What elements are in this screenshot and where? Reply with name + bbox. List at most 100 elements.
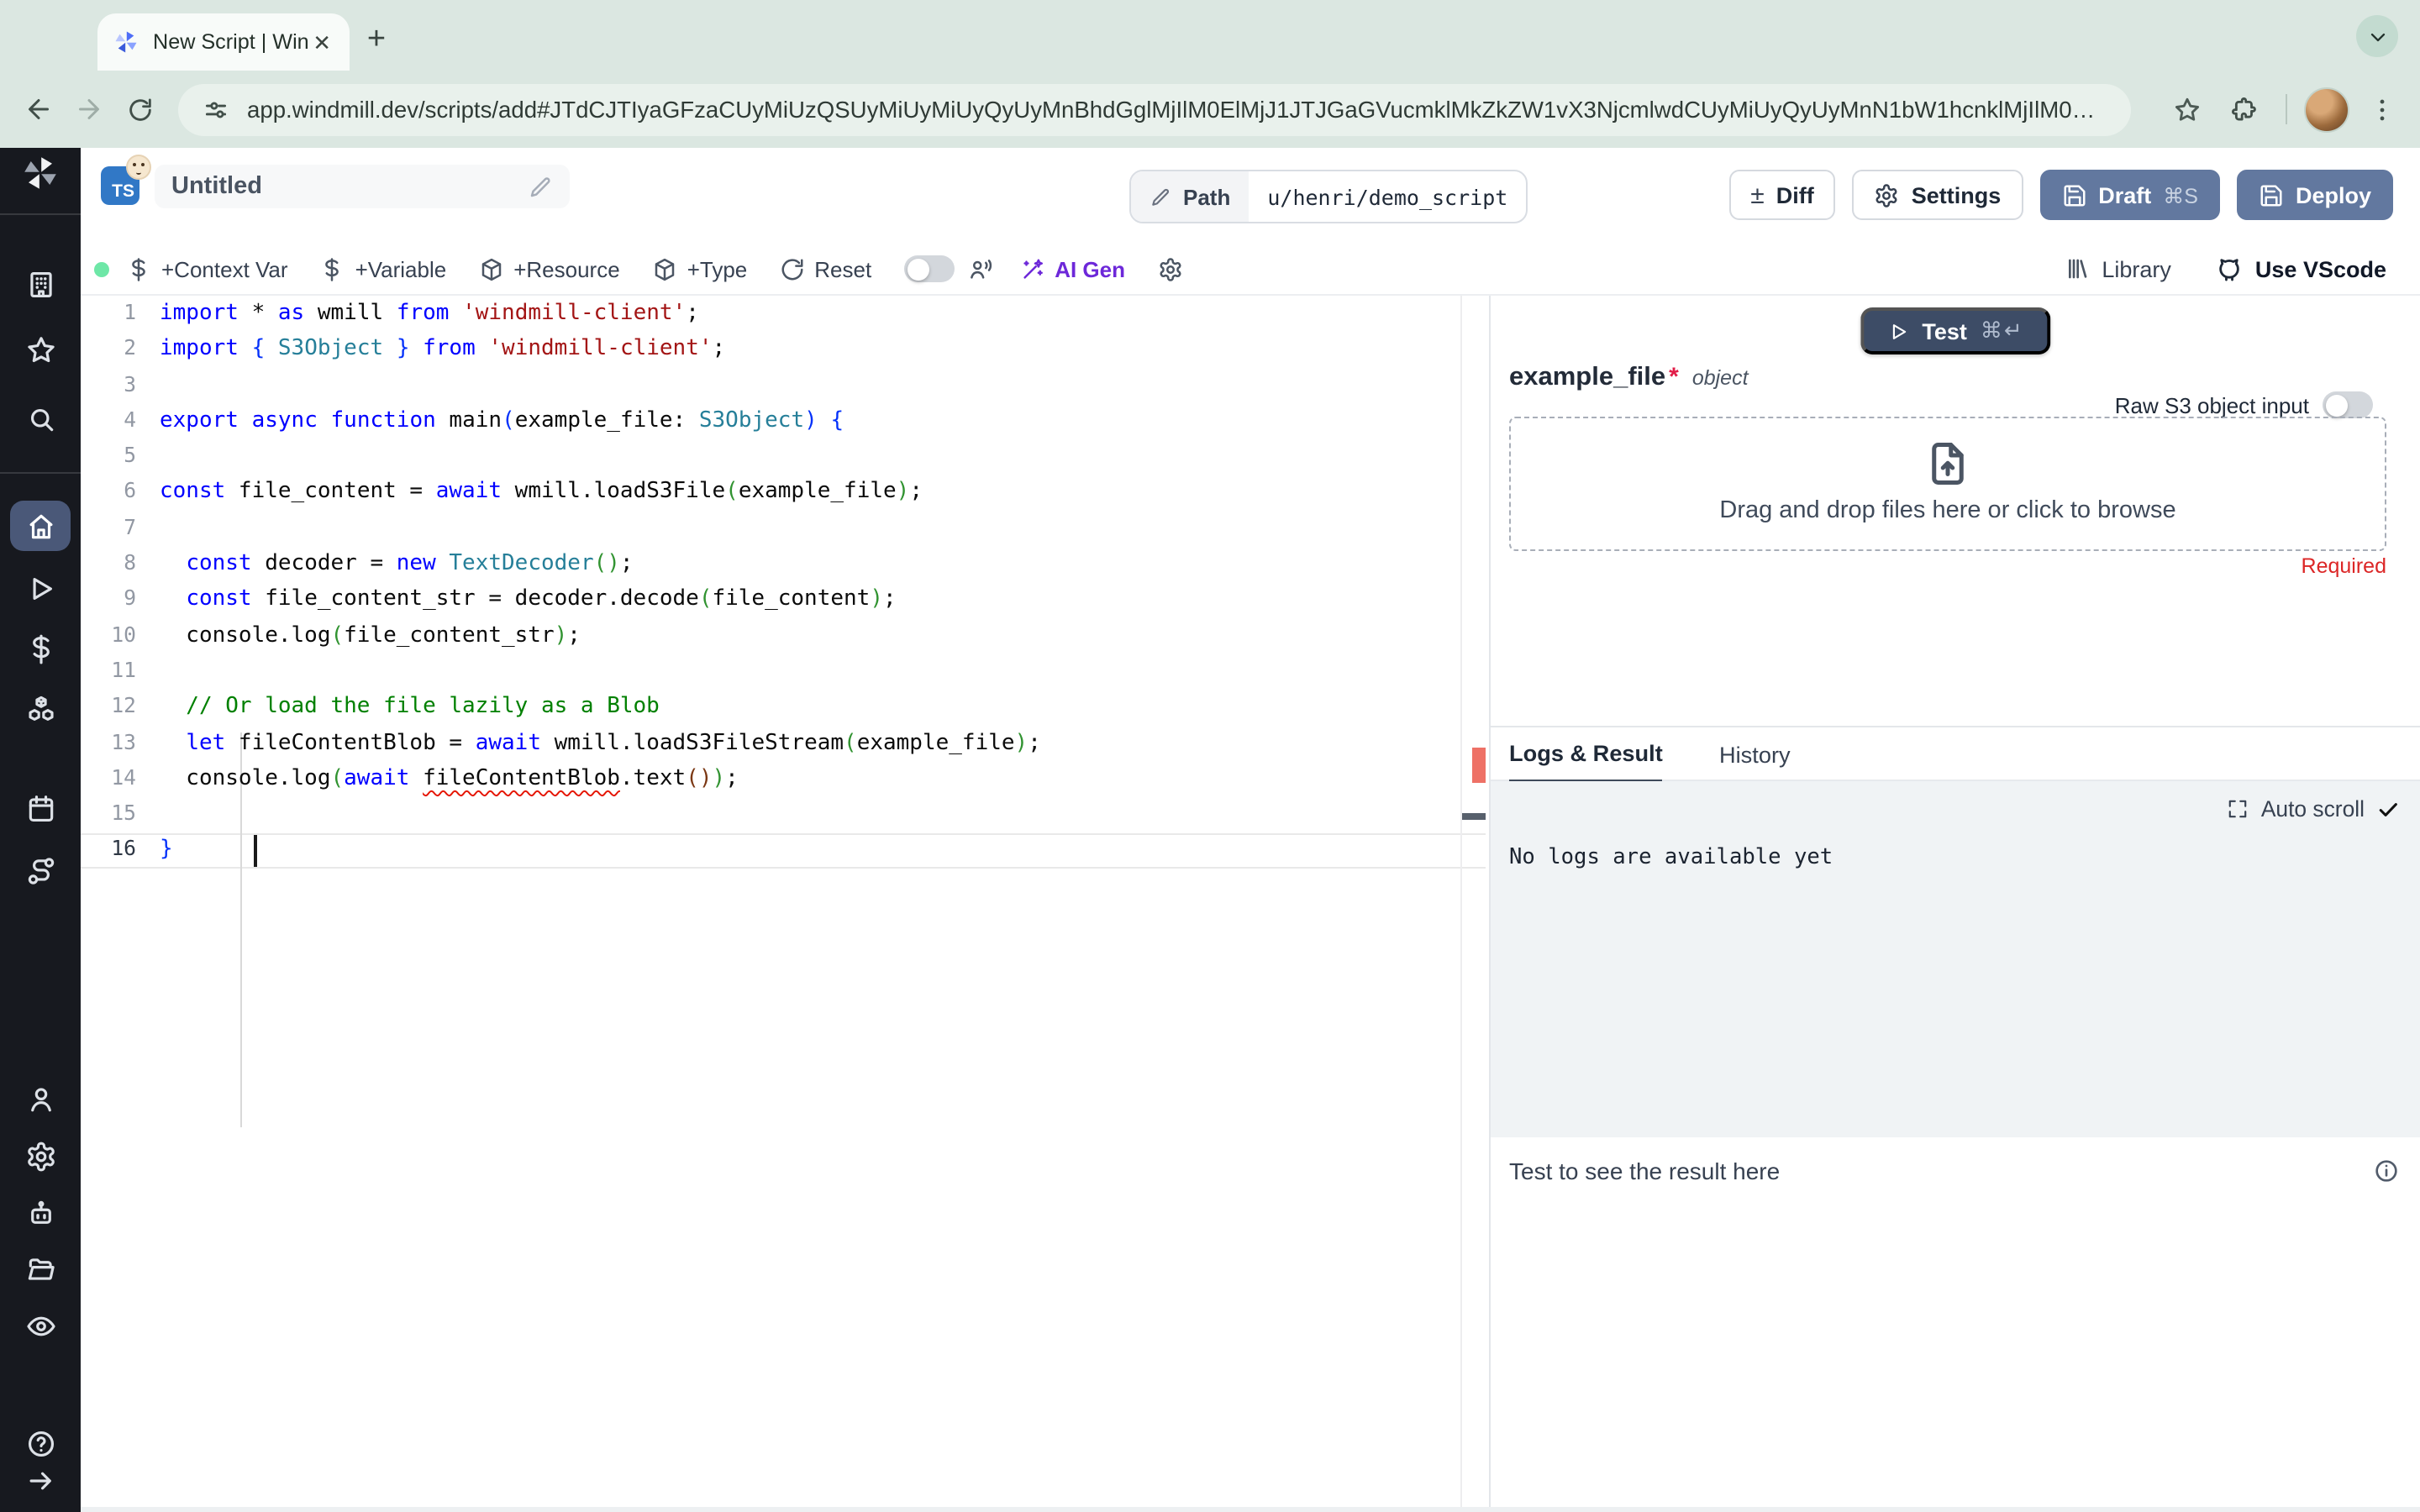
tab-search-button[interactable] [2356, 15, 2398, 57]
path-value: u/henri/demo_script [1267, 184, 1508, 209]
workspace: 1 2 3 4 5 6 7 8 9 10 11 12 13 14 15 16 import * as wmil… [81, 296, 2420, 1512]
sidebar-item-search[interactable] [10, 393, 71, 444]
sidebar-item-route[interactable] [10, 845, 71, 895]
library-button[interactable]: Library [2063, 255, 2171, 282]
script-header: TS Untitled Path u/henri/demo_script ± D… [81, 148, 2420, 245]
bookmark-star-icon[interactable] [2161, 84, 2212, 134]
page-bottom-strip [81, 1507, 2420, 1512]
toolbar-variable-button[interactable]: +Variable [320, 256, 446, 281]
save-icon [2259, 182, 2284, 207]
gear-icon [24, 1140, 56, 1172]
code-line-2[interactable]: import { S3Object } from 'windmill-clien… [160, 332, 1489, 368]
code-line-16[interactable]: } [160, 832, 1489, 869]
tab-close-icon[interactable]: ✕ [309, 28, 334, 56]
tab-history[interactable]: History [1719, 727, 1791, 783]
code-line-14[interactable]: console.log(await fileContentBlob.text()… [160, 761, 1489, 797]
diff-icon: ± [1750, 181, 1765, 209]
code-lines[interactable]: import * as wmill from 'windmill-client'… [160, 296, 1489, 869]
dollar-icon [24, 633, 56, 664]
path-label: Path [1183, 184, 1231, 209]
browser-tab[interactable]: New Script | Windmill ✕ [97, 13, 350, 71]
sidebar-item-star[interactable] [10, 324, 71, 375]
upload-file-icon [1923, 438, 1973, 489]
multiplayer-users-icon[interactable] [967, 256, 992, 281]
sidebar-item-home[interactable] [10, 501, 71, 551]
deploy-button[interactable]: Deploy [2236, 170, 2393, 220]
diff-button[interactable]: ± Diff [1728, 170, 1836, 220]
code-line-13[interactable]: let fileContentBlob = await wmill.loadS3… [160, 725, 1489, 761]
chevron-down-icon [2365, 24, 2389, 48]
sidebar-item-play[interactable] [10, 563, 71, 613]
use-vscode-button[interactable]: Use VScode [2215, 255, 2386, 283]
sidebar-item-folder-open[interactable] [10, 1243, 71, 1294]
sidebar-item-robot[interactable] [10, 1188, 71, 1238]
code-editor[interactable]: 1 2 3 4 5 6 7 8 9 10 11 12 13 14 15 16 import * as wmil… [81, 296, 1489, 1512]
site-info-icon[interactable] [202, 95, 230, 123]
address-bar[interactable]: app.windmill.dev/scripts/add#JTdCJTIyaGF… [178, 83, 2131, 135]
windmill-sidebar-logo-icon[interactable] [20, 153, 60, 193]
raw-s3-toggle[interactable] [2323, 391, 2373, 418]
info-icon[interactable] [2373, 1158, 2400, 1184]
sidebar-item-building[interactable] [10, 259, 71, 309]
toolbar-resource-button[interactable]: +Resource [478, 256, 620, 281]
no-logs-message: No logs are available yet [1509, 845, 1833, 870]
path-widget[interactable]: Path u/henri/demo_script [1129, 170, 1528, 223]
code-line-7[interactable] [160, 511, 1489, 547]
back-button[interactable] [13, 84, 64, 134]
sidebar-item-user[interactable] [10, 1074, 71, 1124]
required-badge: Required [2301, 554, 2386, 578]
script-title-input[interactable]: Untitled [155, 165, 570, 208]
new-tab-button[interactable]: + [353, 17, 400, 64]
draft-button[interactable]: Draft ⌘S [2039, 170, 2220, 220]
sidebar-item-gear[interactable] [10, 1131, 71, 1181]
sidebar-item-eye[interactable] [10, 1300, 71, 1351]
profile-avatar[interactable] [2304, 87, 2349, 132]
draft-shortcut: ⌘S [2163, 184, 2198, 207]
code-line-12[interactable]: // Or load the file lazily as a Blob [160, 690, 1489, 726]
code-line-9[interactable]: const file_content_str = decoder.decode(… [160, 582, 1489, 618]
sidebar-item-boxes[interactable] [10, 684, 71, 734]
code-line-5[interactable] [160, 438, 1489, 475]
toolbar-contextvar-button[interactable]: +Context Var [126, 256, 288, 281]
code-line-15[interactable] [160, 796, 1489, 832]
code-line-3[interactable] [160, 367, 1489, 403]
editor-settings-gear-icon[interactable] [1157, 256, 1182, 281]
settings-button[interactable]: Settings [1852, 170, 2023, 220]
url-text: app.windmill.dev/scripts/add#JTdCJTIyaGF… [247, 97, 2107, 122]
dropzone-text: Drag and drop files here or click to bro… [1719, 497, 2176, 524]
library-icon [2063, 255, 2090, 282]
code-line-4[interactable]: export async function main(example_file:… [160, 403, 1489, 439]
route-icon [24, 854, 56, 886]
tab-logs-result[interactable]: Logs & Result [1509, 727, 1663, 783]
code-line-6[interactable]: const file_content = await wmill.loadS3F… [160, 475, 1489, 511]
status-dot [94, 261, 109, 276]
code-line-8[interactable]: const decoder = new TextDecoder(); [160, 546, 1489, 582]
search-icon [24, 402, 56, 434]
browser-chrome: New Script | Windmill ✕ + app.windmill.d… [0, 0, 2420, 148]
extensions-icon[interactable] [2218, 84, 2269, 134]
file-dropzone[interactable]: Drag and drop files here or click to bro… [1509, 417, 2386, 551]
multiplayer-toggle[interactable] [903, 255, 955, 282]
code-line-10[interactable]: console.log(file_content_str); [160, 617, 1489, 654]
scrollbar-thumb[interactable] [1462, 813, 1486, 819]
edit-title-pencil-icon[interactable] [528, 174, 553, 199]
auto-scroll-control[interactable]: Auto scroll [2228, 796, 2400, 822]
sidebar-item-calendar[interactable] [10, 783, 71, 833]
vscode-cat-icon [2215, 255, 2244, 283]
code-line-11[interactable] [160, 654, 1489, 690]
toolbar-reset-button[interactable]: Reset [779, 256, 871, 281]
play-icon [1886, 320, 1908, 342]
browser-navbar: app.windmill.dev/scripts/add#JTdCJTIyaGF… [0, 71, 2420, 148]
forward-button[interactable] [64, 84, 114, 134]
test-button[interactable]: Test ⌘↵ [1860, 307, 2051, 354]
code-line-1[interactable]: import * as wmill from 'windmill-client'… [160, 296, 1489, 332]
sidebar-item-arrow-right[interactable] [10, 1458, 71, 1502]
reload-button[interactable] [114, 84, 165, 134]
ai-gen-button[interactable]: AI Gen [1019, 256, 1125, 281]
eye-icon [24, 1310, 56, 1341]
header-actions: ± Diff Settings Draft ⌘S Deploy [1728, 170, 2393, 220]
toolbar-type-button[interactable]: +Type [652, 256, 747, 281]
sidebar-item-dollar[interactable] [10, 623, 71, 674]
expand-icon[interactable] [2228, 798, 2249, 820]
browser-menu-icon[interactable] [2356, 84, 2407, 134]
